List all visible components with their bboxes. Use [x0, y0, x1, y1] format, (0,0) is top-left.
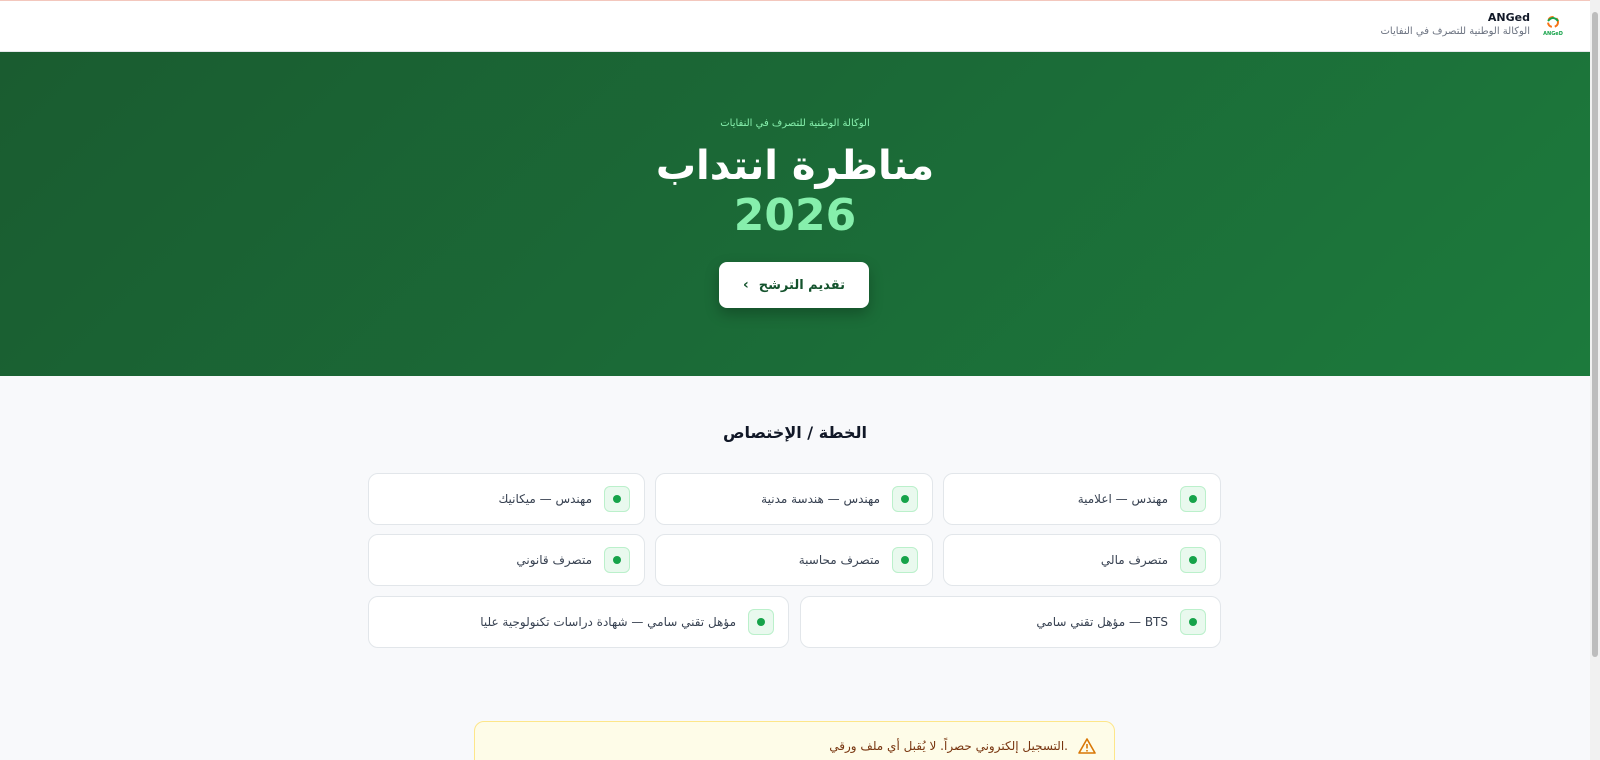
- hero-year: 2026: [733, 190, 857, 241]
- specialty-label: مؤهل تقني سامي — BTS: [1036, 615, 1168, 629]
- apply-button[interactable]: ‹ تقديم الترشح: [719, 262, 869, 308]
- specialty-card: متصرف محاسبة: [655, 534, 933, 586]
- brand-name: ANGed: [1487, 11, 1530, 24]
- specialty-label: مهندس — هندسة مدنية: [761, 492, 880, 506]
- specialty-label: مهندس — ميكانيك: [498, 492, 592, 506]
- warning-icon: [1078, 738, 1096, 754]
- specialty-card: مؤهل تقني سامي — BTS: [800, 596, 1221, 648]
- hero-kicker: الوكالة الوطنية للتصرف في النفايات: [720, 118, 870, 129]
- notice-text: التسجيل إلكتروني حصراً. لا يُقبل أي ملف …: [829, 739, 1068, 753]
- logo-text: ANGeD: [1543, 31, 1563, 37]
- specialty-label: متصرف مالي: [1100, 553, 1168, 567]
- specialty-card: مؤهل تقني سامي — شهادة دراسات تكنولوجية …: [368, 596, 789, 648]
- bullet-dot-icon: [892, 486, 918, 512]
- bullet-dot-icon: [604, 486, 630, 512]
- site-header: ANGeD ANGed الوكالة الوطنية للتصرف في ال…: [0, 1, 1590, 52]
- brand-subtitle: الوكالة الوطنية للتصرف في النفايات: [1380, 26, 1530, 37]
- specialty-label: متصرف قانوني: [516, 553, 592, 567]
- bullet-dot-icon: [1180, 486, 1206, 512]
- specialty-card: متصرف قانوني: [368, 534, 645, 586]
- anged-logo: ANGeD: [1540, 13, 1566, 41]
- brand[interactable]: ANGeD ANGed الوكالة الوطنية للتصرف في ال…: [1380, 11, 1566, 41]
- bullet-dot-icon: [604, 547, 630, 573]
- bullet-dot-icon: [1180, 547, 1206, 573]
- specialty-label: مؤهل تقني سامي — شهادة دراسات تكنولوجية …: [480, 615, 736, 629]
- specialty-card: مهندس — هندسة مدنية: [655, 473, 933, 525]
- page-scrollbar[interactable]: [1590, 0, 1600, 760]
- bullet-dot-icon: [748, 609, 774, 635]
- specialty-card: مهندس — ميكانيك: [368, 473, 645, 525]
- apply-button-label: تقديم الترشح: [758, 277, 845, 293]
- specialty-label: مهندس — اعلامية: [1077, 492, 1168, 506]
- specialty-label: متصرف محاسبة: [798, 553, 880, 567]
- hero-title: مناظرة انتداب: [655, 143, 935, 189]
- hero-banner: الوكالة الوطنية للتصرف في النفايات مناظر…: [0, 52, 1590, 376]
- specialty-card: متصرف مالي: [943, 534, 1221, 586]
- bullet-dot-icon: [892, 547, 918, 573]
- chevron-left-icon: ‹: [742, 277, 749, 293]
- notice-banner: التسجيل إلكتروني حصراً. لا يُقبل أي ملف …: [474, 721, 1115, 760]
- scrollbar-thumb[interactable]: [1592, 12, 1598, 657]
- bullet-dot-icon: [1180, 609, 1206, 635]
- specialty-card: مهندس — اعلامية: [943, 473, 1221, 525]
- specialties-title: الخطة / الإختصاص: [722, 423, 868, 442]
